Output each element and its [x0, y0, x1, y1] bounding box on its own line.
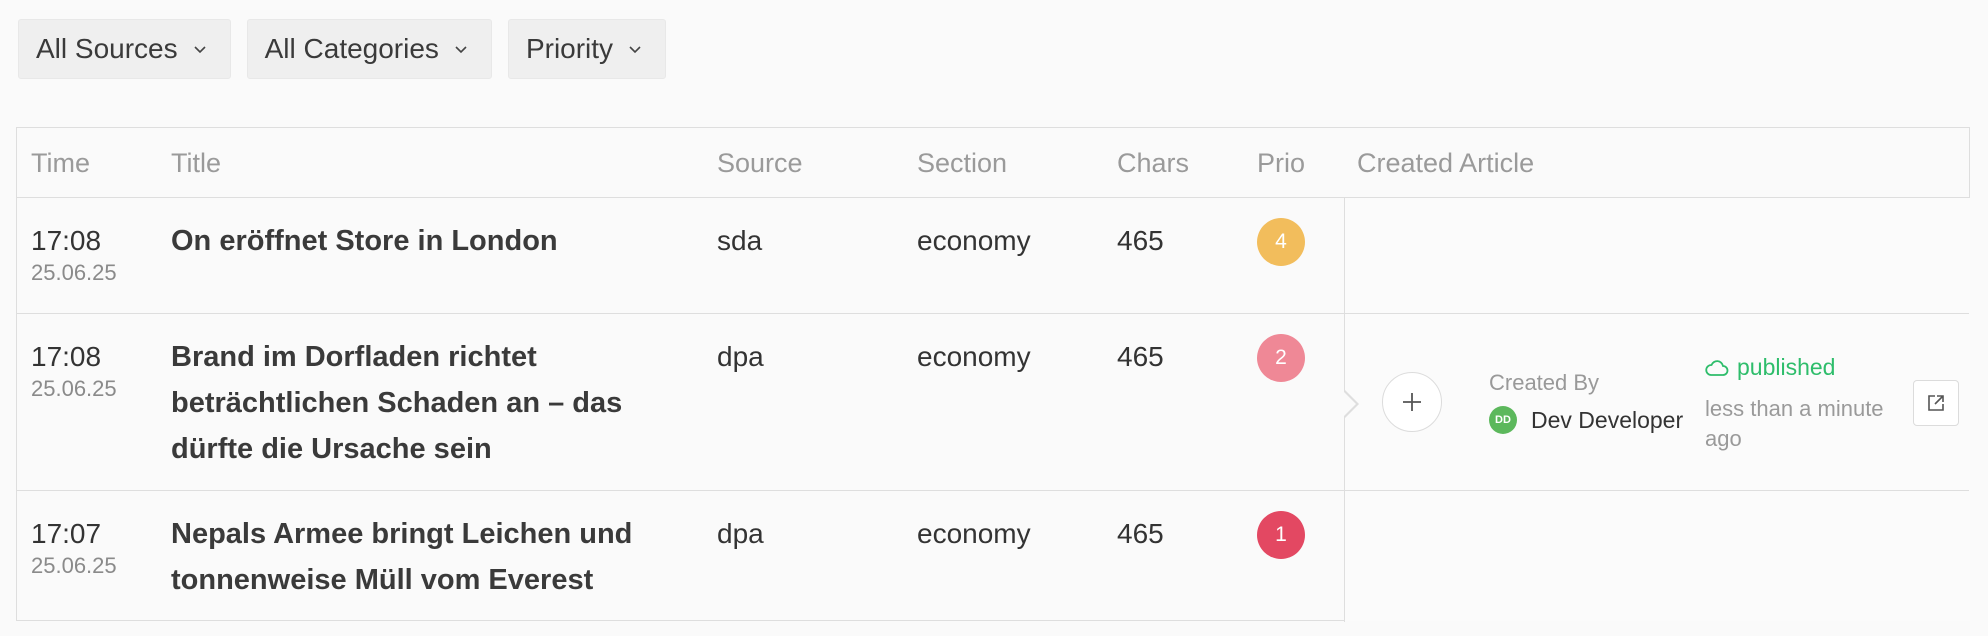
chars-cell: 465 — [1117, 225, 1164, 256]
time-cell: 17:08 25.06.25 — [31, 340, 117, 404]
table-row[interactable]: 17:08 25.06.25 On eröffnet Store in Lond… — [17, 198, 1969, 314]
status-text: published — [1737, 354, 1836, 380]
time-value: 17:08 — [31, 225, 102, 256]
date-value: 25.06.25 — [31, 553, 117, 578]
news-title[interactable]: On eröffnet Store in London — [171, 218, 711, 264]
cloud-icon — [1705, 359, 1729, 376]
open-article-button[interactable] — [1913, 380, 1959, 426]
time-cell: 17:08 25.06.25 — [31, 224, 117, 288]
column-header-title[interactable]: Title — [171, 148, 711, 179]
title-cell: Nepals Armee bringt Leichen und tonnenwe… — [171, 517, 711, 603]
plus-icon — [1403, 393, 1421, 411]
source-cell: dpa — [717, 518, 764, 549]
time-cell: 17:07 25.06.25 — [31, 517, 117, 581]
chevron-down-icon — [455, 46, 467, 54]
priority-badge: 1 — [1257, 511, 1305, 559]
source-cell: dpa — [717, 341, 764, 372]
news-title[interactable]: Nepals Armee bringt Leichen und tonnenwe… — [171, 511, 711, 603]
date-value: 25.06.25 — [31, 376, 117, 401]
column-header-prio[interactable]: Prio — [1257, 148, 1305, 179]
date-value: 25.06.25 — [31, 260, 117, 285]
chevron-down-icon — [629, 46, 641, 54]
section-cell: economy — [917, 225, 1031, 256]
column-header-time[interactable]: Time — [31, 148, 90, 179]
prio-cell: 2 — [1257, 334, 1305, 382]
creator-name: Dev Developer — [1531, 406, 1684, 433]
table-header: Time Title Source Section Chars Prio Cre… — [17, 128, 1969, 198]
prio-cell: 4 — [1257, 218, 1305, 266]
created-by-label: Created By — [1489, 370, 1600, 395]
title-cell: Brand im Dorfladen richtet beträchtliche… — [171, 340, 711, 472]
section-cell: economy — [917, 518, 1031, 549]
external-link-icon — [1928, 395, 1944, 411]
prio-cell: 1 — [1257, 511, 1305, 559]
status-time: less than a minute ago — [1705, 396, 1884, 451]
avatar: DD — [1489, 406, 1517, 434]
priority-filter-dropdown[interactable]: Priority — [507, 19, 667, 79]
time-value: 17:08 — [31, 341, 102, 372]
categories-filter-label: All Categories — [264, 33, 439, 64]
column-header-created-article: Created Article — [1357, 148, 1535, 178]
filter-bar: All Sources All Categories Priority — [18, 19, 667, 79]
sources-filter-label: All Sources — [36, 33, 178, 64]
chars-cell: 465 — [1117, 341, 1164, 372]
section-cell: economy — [917, 341, 1031, 372]
source-cell: sda — [717, 225, 763, 256]
sources-filter-dropdown[interactable]: All Sources — [18, 19, 231, 79]
priority-badge: 2 — [1257, 334, 1305, 382]
status-badge: published — [1705, 354, 1835, 381]
column-header-chars[interactable]: Chars — [1117, 148, 1189, 179]
table-row[interactable]: 17:08 25.06.25 Brand im Dorfladen richte… — [17, 314, 1969, 491]
row-pointer-fill — [1344, 392, 1356, 416]
priority-filter-label: Priority — [525, 33, 614, 64]
news-table: Time Title Source Section Chars Prio Cre… — [16, 127, 1970, 622]
chevron-down-icon — [194, 46, 206, 54]
creator: DD Dev Developer — [1489, 406, 1683, 434]
time-value: 17:07 — [31, 518, 102, 549]
chars-cell: 465 — [1117, 518, 1164, 549]
title-cell: On eröffnet Store in London — [171, 224, 711, 264]
column-header-source[interactable]: Source — [717, 148, 803, 179]
categories-filter-dropdown[interactable]: All Categories — [246, 19, 492, 79]
add-article-button[interactable] — [1382, 372, 1442, 432]
table-row[interactable]: 17:07 25.06.25 Nepals Armee bringt Leich… — [17, 491, 1969, 621]
news-title[interactable]: Brand im Dorfladen richtet beträchtliche… — [171, 334, 711, 472]
column-header-section[interactable]: Section — [917, 148, 1007, 179]
priority-badge: 4 — [1257, 218, 1305, 266]
